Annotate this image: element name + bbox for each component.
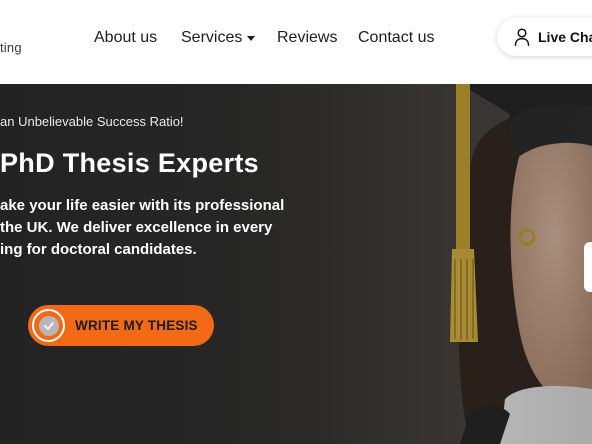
nav-reviews[interactable]: Reviews (277, 28, 337, 48)
hero-title: PhD Thesis Experts (0, 148, 259, 178)
site-header: ting About us Services Reviews Contact u… (0, 0, 592, 84)
hero-description-line-1: ake your life easier with its profession… (0, 197, 285, 214)
hero-banner: an Unbelievable Success Ratio! PhD Thesi… (0, 84, 592, 444)
nav-contact-us[interactable]: Contact us (358, 28, 434, 48)
caret-down-icon (247, 36, 256, 41)
cta-badge (32, 309, 65, 342)
side-tab[interactable] (584, 242, 592, 292)
write-my-thesis-label: WRITE MY THESIS (75, 318, 198, 333)
nav-services[interactable]: Services (181, 28, 256, 48)
hero-tagline: an Unbelievable Success Ratio! (0, 114, 184, 129)
user-icon (514, 28, 530, 46)
nav-services-label: Services (181, 29, 243, 46)
live-chat-label: Live Cha (538, 29, 592, 45)
write-my-thesis-button[interactable]: WRITE MY THESIS (28, 305, 214, 346)
hero-description: ake your life easier with its profession… (0, 195, 300, 261)
logo-text[interactable]: ting (0, 40, 22, 55)
hero-description-line-3: ing for doctoral candidates. (0, 241, 197, 258)
checkmark-icon (38, 315, 59, 336)
nav-about-us[interactable]: About us (94, 28, 157, 48)
graduate-photo (0, 84, 592, 444)
hero-description-line-2: the UK. We deliver excellence in every (0, 219, 273, 236)
live-chat-button[interactable]: Live Cha (497, 18, 592, 56)
